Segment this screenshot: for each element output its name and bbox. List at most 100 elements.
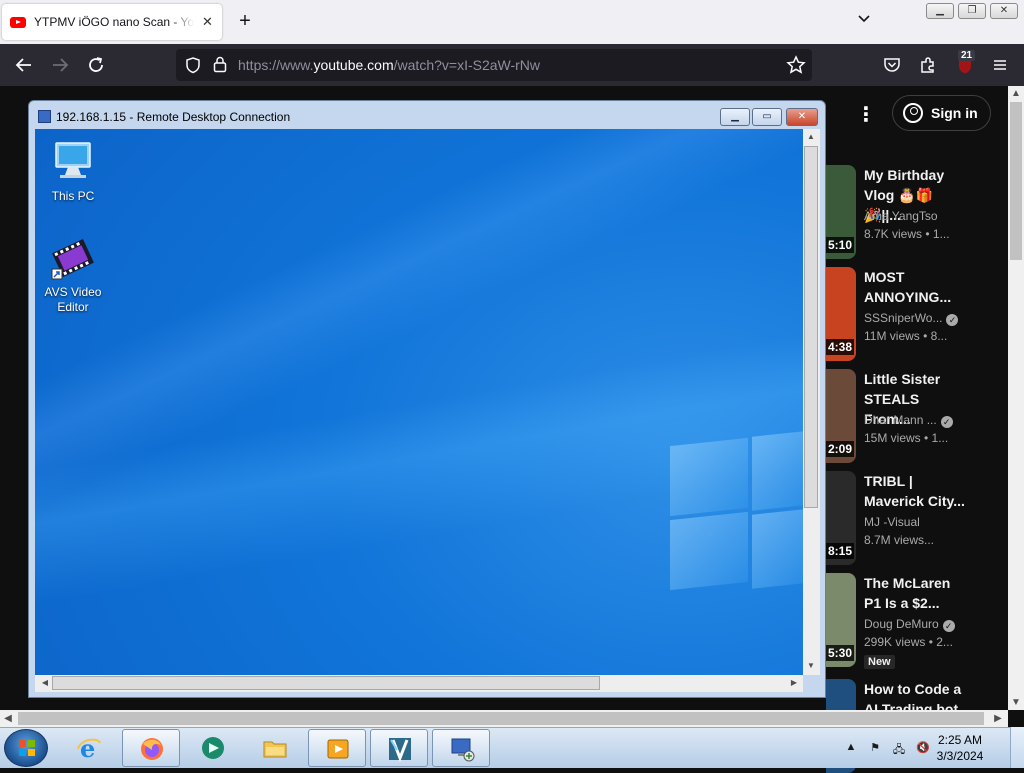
recommended-video-item[interactable]: 8:15 TRIBL | Maverick City... MJ -Visual 8.… — [826, 471, 1006, 567]
channel-name: Dhar Mann ... — [864, 413, 937, 427]
scroll-left-arrow-icon[interactable]: ◀ — [0, 713, 16, 724]
rdp-close-button[interactable]: ✕ — [786, 108, 818, 126]
verified-check-icon: ✓ — [946, 314, 959, 326]
taskbar-internet-explorer[interactable]: e — [60, 729, 118, 767]
taskbar-remote-desktop[interactable] — [432, 729, 490, 767]
new-badge: New — [864, 655, 895, 669]
computer-monitor-icon — [50, 139, 96, 185]
video-channel[interactable]: SSSniperWo... ✓ — [864, 311, 959, 326]
network-icon[interactable]: 🖧 — [892, 741, 906, 756]
channel-name: Ama YangTso — [864, 209, 938, 223]
video-title[interactable]: MOST ANNOYING... — [864, 267, 968, 307]
remote-desktop-app-icon[interactable] — [38, 110, 51, 123]
video-meta: 8.7M views... — [864, 533, 935, 547]
recommended-video-item[interactable]: 4:38 MOST ANNOYING... SSSniperWo... ✓ 11M vi… — [826, 267, 1006, 363]
video-title[interactable]: The McLaren P1 Is a $2... — [864, 573, 968, 613]
video-editor-icon — [389, 738, 411, 762]
forward-arrow-icon[interactable] — [48, 53, 72, 77]
reload-icon[interactable] — [84, 53, 108, 77]
rdp-minimize-button[interactable]: ▁ — [720, 108, 750, 126]
taskbar-app-green[interactable] — [184, 729, 242, 767]
media-player-icon — [327, 739, 349, 759]
url-text[interactable]: https://www.youtube.com/watch?v=xI-S2aW-… — [238, 57, 540, 73]
desktop-icon-this-pc[interactable]: This PC — [37, 139, 109, 204]
back-arrow-icon[interactable] — [12, 53, 36, 77]
tracking-protection-shield-icon[interactable] — [184, 56, 202, 74]
film-reel-icon — [50, 235, 96, 281]
firefox-icon — [141, 738, 163, 760]
taskbar-video-editor[interactable] — [370, 729, 428, 767]
page-horizontal-scroll-thumb[interactable] — [18, 712, 984, 725]
scroll-right-arrow-icon[interactable]: ▶ — [990, 713, 1006, 724]
channel-name: SSSniperWo... — [864, 311, 943, 325]
pocket-icon[interactable] — [882, 55, 902, 75]
recommended-video-item[interactable]: How to Code a AI Trading bot — [826, 679, 1006, 773]
video-thumbnail[interactable]: 5:30 — [826, 573, 856, 667]
rdp-scroll-left-arrow-icon[interactable]: ◀ — [37, 678, 53, 687]
desktop-icon-label: This PC — [51, 189, 95, 203]
sign-in-label: Sign in — [931, 105, 978, 121]
video-thumbnail[interactable]: 4:38 — [826, 267, 856, 361]
recommended-video-item[interactable]: 2:09 Little Sister STEALS From... Dhar Man… — [826, 369, 1006, 465]
rdp-scroll-down-arrow-icon[interactable]: ▼ — [803, 661, 819, 670]
lock-icon[interactable] — [212, 55, 228, 73]
recommended-video-item[interactable]: 5:30 The McLaren P1 Is a $2... Doug DeMuro… — [826, 573, 1006, 669]
bookmark-star-icon[interactable] — [786, 55, 806, 75]
hamburger-menu-icon[interactable] — [990, 55, 1010, 75]
taskbar-media-player[interactable] — [308, 729, 366, 767]
windows-flag-icon — [19, 740, 35, 756]
video-meta: 15M views • 1... — [864, 431, 949, 445]
url-path: /watch?v=xI-S2aW-rNw — [393, 57, 541, 73]
show-hidden-icons-arrow[interactable]: ▲ — [844, 741, 858, 753]
taskbar-firefox[interactable] — [122, 729, 180, 767]
video-duration: 4:38 — [826, 339, 855, 355]
show-desktop-button[interactable] — [1010, 727, 1024, 768]
video-thumbnail[interactable]: 8:15 — [826, 471, 856, 565]
sign-in-button[interactable]: Sign in — [892, 95, 991, 131]
extension-badge-count: 21 — [958, 50, 976, 61]
rdp-maximize-button[interactable]: ▭ — [752, 108, 782, 126]
url-prefix: https://www. — [238, 57, 314, 73]
page-vertical-scroll-thumb[interactable] — [1010, 102, 1022, 260]
browser-tab-youtube[interactable]: YTPMV iÖGO nano Scan - YouTube ✕ — [2, 4, 222, 40]
taskbar-file-explorer[interactable] — [246, 729, 304, 767]
recommended-video-item[interactable]: 5:10 My Birthday Vlog 🎂🎁🎉||... Ama YangTso… — [826, 165, 1006, 261]
video-meta: 299K views • 2... — [864, 635, 953, 649]
list-all-tabs-chevron-icon[interactable] — [854, 12, 874, 32]
volume-muted-icon[interactable]: 🔇 — [916, 741, 930, 754]
rdp-scroll-up-arrow-icon[interactable]: ▲ — [803, 132, 819, 141]
desktop-icon-avs-video-editor[interactable]: AVS Video Editor — [37, 235, 109, 315]
clock-date: 3/3/2024 — [936, 749, 984, 763]
window-restore-button[interactable]: ❐ — [958, 3, 986, 19]
desktop-icon-label: AVS Video Editor — [44, 285, 102, 314]
remote-desktop-screen[interactable]: This PC AVS Video Editor — [35, 129, 803, 675]
folder-icon — [263, 741, 287, 758]
scroll-up-arrow-icon[interactable]: ▲ — [1008, 88, 1024, 99]
windows-logo-wallpaper — [670, 430, 803, 591]
video-channel[interactable]: Ama YangTso — [864, 209, 938, 223]
video-channel[interactable]: Dhar Mann ... ✓ — [864, 413, 953, 428]
window-close-button[interactable]: ✕ — [990, 3, 1018, 19]
remote-desktop-icon — [451, 738, 475, 762]
clock-time: 2:25 AM — [937, 733, 983, 747]
start-button[interactable] — [4, 729, 48, 767]
video-channel[interactable]: MJ -Visual — [864, 515, 920, 529]
new-tab-button[interactable]: + — [234, 10, 256, 32]
system-clock[interactable]: 2:25 AM 3/3/2024 — [930, 732, 990, 764]
video-thumbnail[interactable]: 5:10 — [826, 165, 856, 259]
rdp-horizontal-scroll-thumb[interactable] — [52, 676, 600, 690]
video-duration: 2:09 — [826, 441, 855, 457]
verified-check-icon: ✓ — [942, 620, 955, 632]
extensions-puzzle-icon[interactable] — [918, 55, 938, 75]
video-thumbnail[interactable]: 2:09 — [826, 369, 856, 463]
more-options-icon[interactable]: ⋮ — [856, 102, 876, 127]
rdp-vertical-scroll-thumb[interactable] — [804, 146, 818, 508]
scroll-down-arrow-icon[interactable]: ▼ — [1008, 697, 1024, 708]
tab-close-icon[interactable]: ✕ — [202, 14, 213, 30]
window-minimize-button[interactable]: ▁ — [926, 3, 954, 19]
action-center-flag-icon[interactable]: ⚑ — [868, 741, 882, 754]
video-duration: 5:10 — [826, 237, 855, 253]
video-title[interactable]: TRIBL | Maverick City... — [864, 471, 968, 511]
video-channel[interactable]: Doug DeMuro ✓ — [864, 617, 955, 632]
rdp-scroll-right-arrow-icon[interactable]: ▶ — [786, 678, 802, 687]
